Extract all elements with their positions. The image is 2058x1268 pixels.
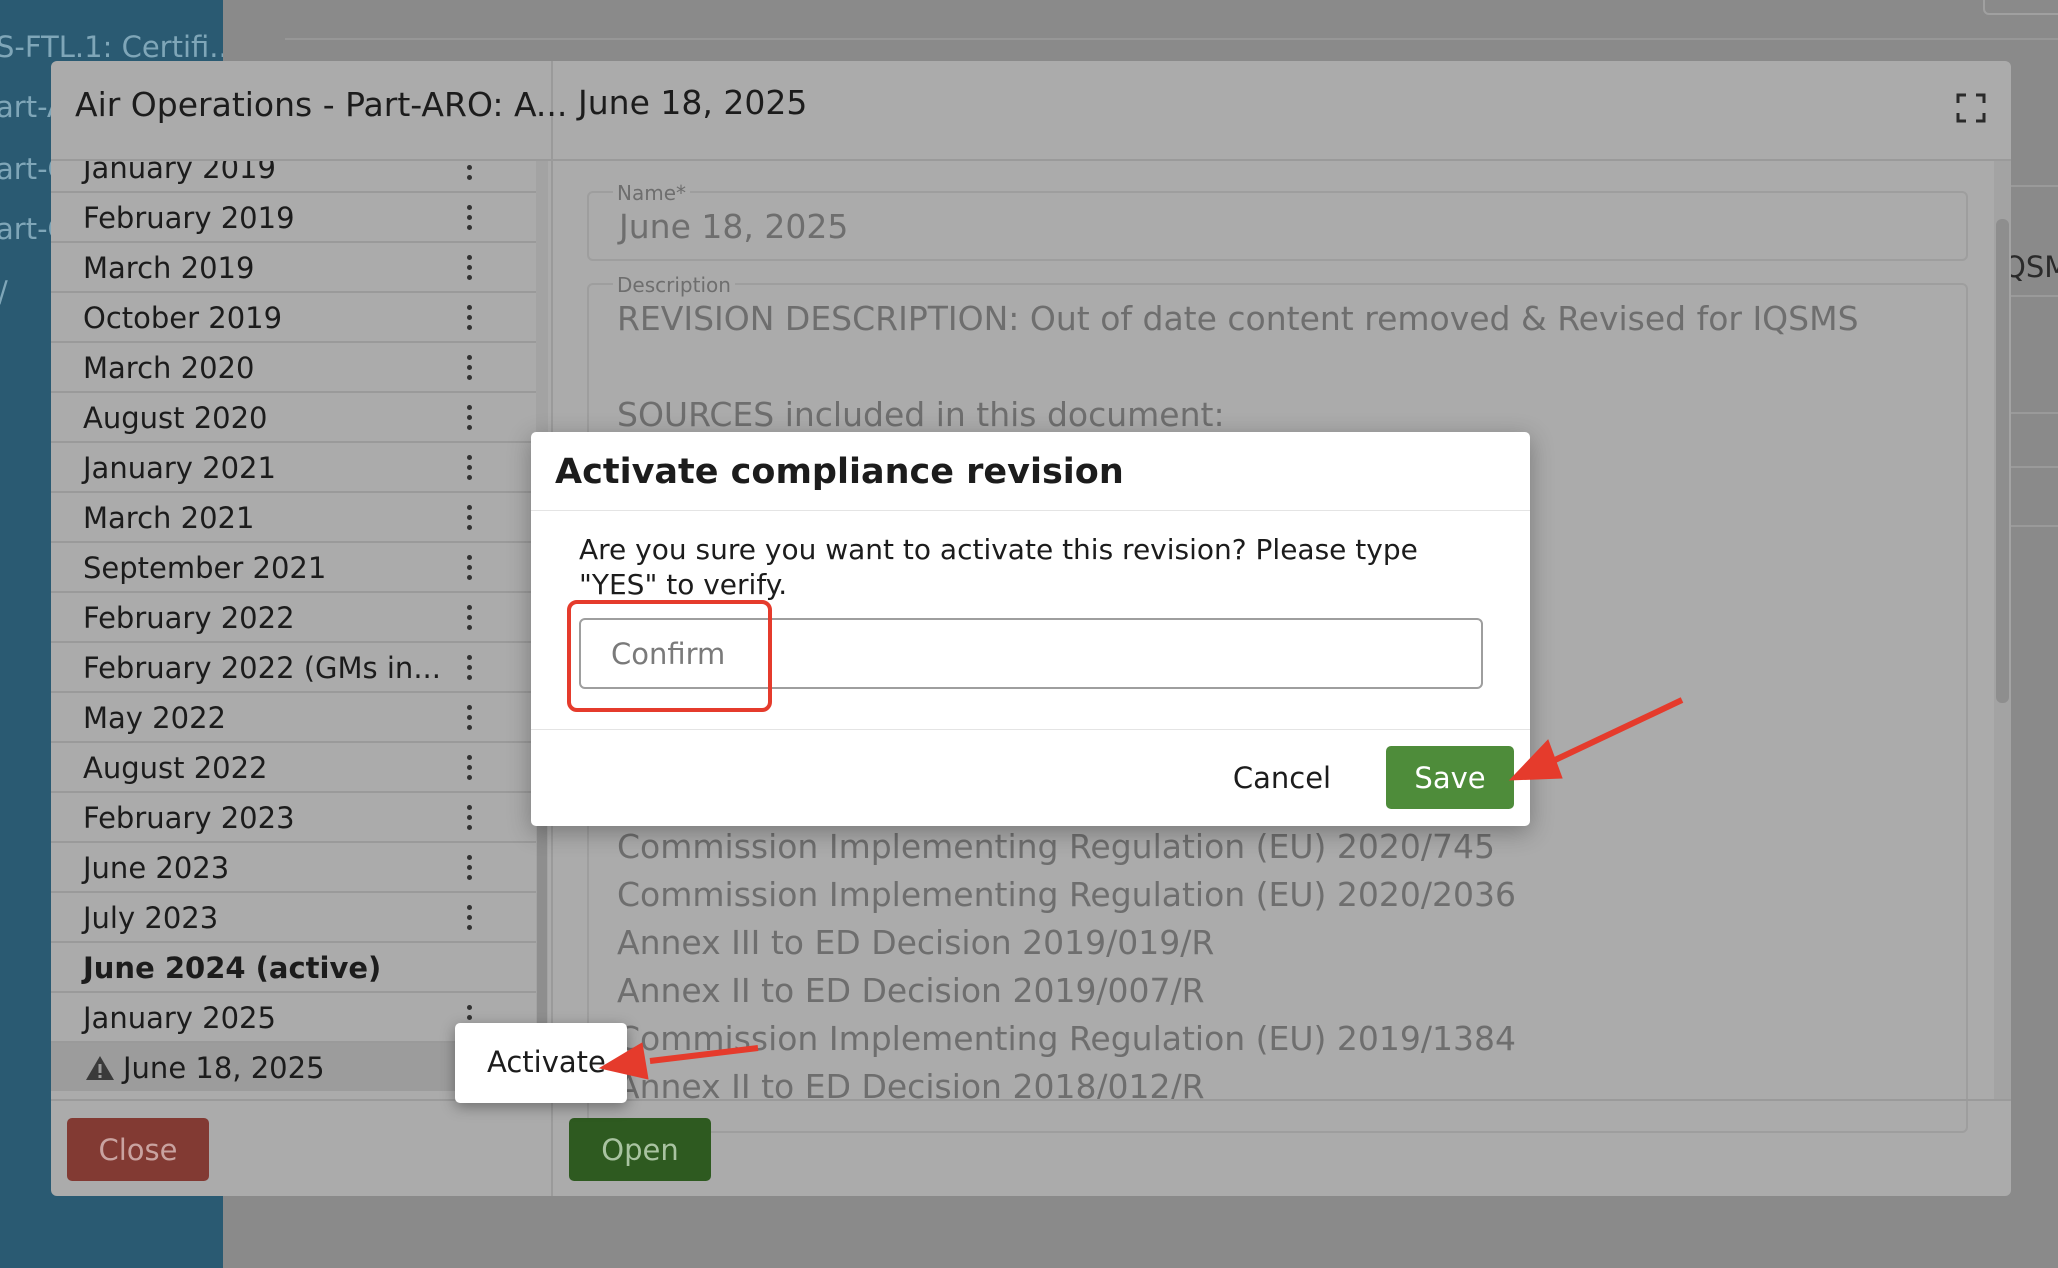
revision-row[interactable]: May 2022	[51, 693, 536, 743]
dialog-message: Are you sure you want to activate this r…	[579, 533, 1418, 601]
divider	[285, 38, 2058, 40]
sidebar-item[interactable]: S-FTL.1: Certifi...	[0, 30, 237, 64]
kebab-menu-icon[interactable]	[463, 503, 475, 533]
kebab-menu-icon[interactable]	[463, 303, 475, 333]
source-line: Commission Implementing Regulation (EU) …	[617, 875, 1516, 914]
revision-row[interactable]: January 2019	[51, 161, 536, 193]
kebab-menu-icon[interactable]	[463, 903, 475, 933]
save-button[interactable]: Save	[1386, 746, 1514, 809]
revision-row[interactable]: March 2020	[51, 343, 536, 393]
source-line: Annex III to ED Decision 2019/019/R	[617, 923, 1215, 962]
revision-label: February 2023	[83, 801, 295, 835]
kebab-menu-icon[interactable]	[463, 603, 475, 633]
source-line: Commission Implementing Regulation (EU) …	[617, 827, 1495, 866]
revision-label: August 2020	[83, 401, 268, 435]
revision-title: June 18, 2025	[578, 83, 808, 122]
divider	[531, 510, 1530, 511]
revision-label: March 2021	[83, 501, 255, 535]
divider	[2003, 295, 2058, 297]
revision-row[interactable]: March 2019	[51, 243, 536, 293]
confirm-highlight-box	[567, 600, 772, 712]
revision-label: June 2023	[83, 851, 230, 885]
revision-label: August 2022	[83, 751, 268, 785]
revision-label: January 2021	[83, 451, 276, 485]
background-cell-text: QSM	[2003, 250, 2058, 284]
kebab-menu-icon[interactable]	[463, 553, 475, 583]
revision-row[interactable]: January 2021	[51, 443, 536, 493]
revision-label: March 2020	[83, 351, 255, 385]
kebab-menu-icon[interactable]	[463, 753, 475, 783]
kebab-menu-icon[interactable]	[463, 653, 475, 683]
divider	[553, 159, 2011, 161]
revision-row[interactable]: October 2019	[51, 293, 536, 343]
kebab-menu-icon[interactable]	[463, 161, 475, 183]
warning-icon	[86, 1056, 114, 1080]
revision-label: June 18, 2025	[123, 1051, 325, 1085]
kebab-menu-icon[interactable]	[463, 403, 475, 433]
revision-label: October 2019	[83, 301, 283, 335]
source-line: Commission Implementing Regulation (EU) …	[617, 1019, 1516, 1058]
revision-label: September 2021	[83, 551, 327, 585]
revision-row[interactable]: July 2023	[51, 893, 536, 943]
revision-label: February 2022 (GMs in...	[83, 651, 441, 685]
divider	[2003, 185, 2058, 187]
revision-row[interactable]: March 2021	[51, 493, 536, 543]
expand-icon[interactable]	[1956, 93, 1986, 123]
kebab-menu-icon[interactable]	[463, 453, 475, 483]
description-line: SOURCES included in this document:	[617, 395, 1225, 434]
name-field-label: Name*	[613, 181, 691, 205]
divider	[531, 729, 1530, 730]
divider	[51, 1099, 2011, 1101]
cancel-button[interactable]: Cancel	[1212, 746, 1352, 809]
revision-label: May 2022	[83, 701, 226, 735]
top-right-control	[1983, 0, 2058, 15]
kebab-menu-icon[interactable]	[463, 203, 475, 233]
divider	[2003, 412, 2058, 414]
revision-row[interactable]: September 2021	[51, 543, 536, 593]
revision-row[interactable]: February 2019	[51, 193, 536, 243]
revision-list[interactable]: January 2019 February 2019 March 2019 Octob…	[51, 161, 536, 1091]
dialog-title: Activate compliance revision	[555, 452, 1124, 492]
name-field-value: June 18, 2025	[619, 207, 849, 246]
details-scrollbar[interactable]	[1994, 161, 2011, 1099]
revision-row[interactable]: August 2020	[51, 393, 536, 443]
revision-label: January 2019	[83, 161, 276, 185]
revision-label: February 2022	[83, 601, 295, 635]
revision-row[interactable]: February 2023	[51, 793, 536, 843]
revision-row[interactable]: August 2022	[51, 743, 536, 793]
sidebar-item[interactable]: /	[0, 275, 8, 309]
divider	[2003, 466, 2058, 468]
revision-label: February 2019	[83, 201, 295, 235]
revision-row[interactable]: June 2023	[51, 843, 536, 893]
scrollbar-thumb[interactable]	[1996, 219, 2009, 703]
source-line: Annex II to ED Decision 2019/007/R	[617, 971, 1205, 1010]
activate-menu-item[interactable]: Activate	[487, 1045, 606, 1079]
kebab-menu-icon[interactable]	[463, 253, 475, 283]
divider	[2003, 525, 2058, 527]
revision-label: January 2025	[83, 1001, 276, 1035]
revision-row[interactable]: June 2024 (active)	[51, 943, 536, 993]
revision-row[interactable]: February 2022	[51, 593, 536, 643]
revision-label: June 2024 (active)	[83, 951, 382, 985]
kebab-menu-icon[interactable]	[463, 853, 475, 883]
kebab-menu-icon[interactable]	[463, 803, 475, 833]
revision-context-menu: Activate	[455, 1023, 627, 1103]
revision-label: July 2023	[83, 901, 219, 935]
close-button[interactable]: Close	[67, 1118, 209, 1181]
revision-row[interactable]: February 2022 (GMs in...	[51, 643, 536, 693]
description-field-label: Description	[613, 273, 735, 297]
revision-label: March 2019	[83, 251, 255, 285]
kebab-menu-icon[interactable]	[463, 353, 475, 383]
document-title: Air Operations - Part-ARO: A...	[75, 85, 568, 124]
name-field[interactable]: Name* June 18, 2025	[587, 181, 1968, 261]
open-button[interactable]: Open	[569, 1118, 711, 1181]
description-line: REVISION DESCRIPTION: Out of date conten…	[617, 299, 1859, 338]
kebab-menu-icon[interactable]	[463, 703, 475, 733]
